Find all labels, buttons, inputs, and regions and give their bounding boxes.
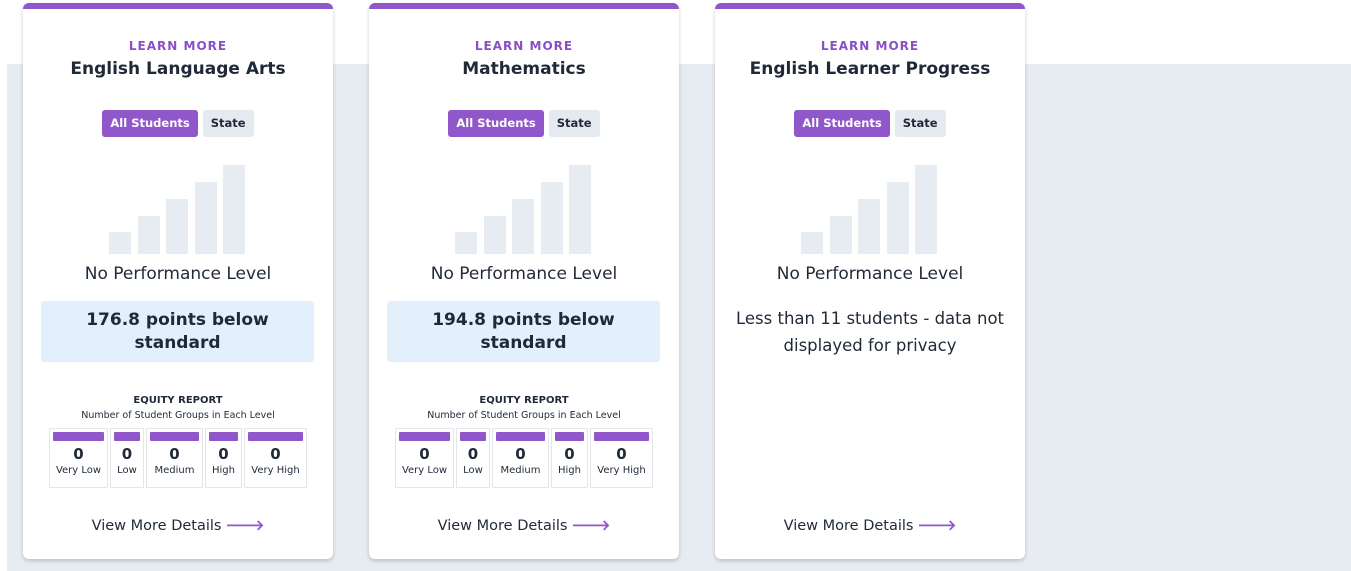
level-bar [399, 432, 450, 441]
level-bar [209, 432, 238, 441]
state-button[interactable]: State [202, 110, 254, 137]
level-label: Very Low [55, 465, 102, 476]
learn-more-link[interactable]: LEARN MORE [23, 39, 333, 53]
level-bar [150, 432, 199, 441]
level-label: Medium [500, 465, 541, 476]
level-label: High [212, 465, 235, 476]
level-medium: 0 Medium [492, 428, 549, 488]
card-title: English Learner Progress [749, 59, 991, 79]
equity-report-subtitle: Number of Student Groups in Each Level [427, 410, 621, 421]
level-count: 0 [121, 445, 133, 463]
card-mathematics: LEARN MORE Mathematics All Students Stat… [369, 3, 679, 559]
level-high: 0 High [551, 428, 588, 488]
level-low: 0 Low [456, 428, 490, 488]
page: LEARN MORE English Language Arts All Stu… [0, 0, 1351, 571]
details-text: View More Details [783, 518, 914, 534]
level-bar [460, 432, 486, 441]
level-count: 0 [270, 445, 281, 463]
level-high: 0 High [205, 428, 242, 488]
level-bar [114, 432, 140, 441]
all-students-button[interactable]: All Students [794, 110, 890, 137]
level-medium: 0 Medium [146, 428, 203, 488]
arrow-right-icon: 🡒 [571, 518, 611, 534]
privacy-notice: Less than 11 students - data not display… [735, 309, 1005, 355]
student-toggle-group: All Students State [23, 110, 333, 137]
level-label: Very Low [401, 465, 448, 476]
performance-level-text: No Performance Level [776, 264, 964, 284]
performance-bars-icon [109, 159, 249, 254]
performance-bars-icon [455, 159, 595, 254]
card-title: English Language Arts [70, 59, 286, 79]
equity-levels: 0 Very Low 0 Low 0 Medium 0 High 0 Very … [43, 428, 313, 488]
learn-more-link[interactable]: LEARN MORE [369, 39, 679, 53]
student-toggle-group: All Students State [715, 110, 1025, 137]
view-more-details-link[interactable]: View More Details 🡒 [23, 517, 333, 534]
level-very-high: 0 Very High [244, 428, 307, 488]
level-label: Low [117, 465, 137, 476]
level-bar [496, 432, 545, 441]
points-below-standard: 194.8 points below standard [387, 301, 660, 362]
state-button[interactable]: State [894, 110, 946, 137]
learn-more-link[interactable]: LEARN MORE [715, 39, 1025, 53]
view-more-details-link[interactable]: View More Details 🡒 [369, 517, 679, 534]
level-very-high: 0 Very High [590, 428, 653, 488]
level-low: 0 Low [110, 428, 144, 488]
level-bar [248, 432, 303, 441]
level-count: 0 [73, 445, 84, 463]
points-text: 176.8 points below standard [86, 309, 269, 353]
arrow-right-icon: 🡒 [917, 518, 957, 534]
state-button[interactable]: State [548, 110, 600, 137]
equity-levels: 0 Very Low 0 Low 0 Medium 0 High 0 Very … [389, 428, 659, 488]
level-count: 0 [169, 445, 180, 463]
performance-level-text: No Performance Level [430, 264, 618, 284]
level-bar [594, 432, 649, 441]
points-text: 194.8 points below standard [432, 309, 615, 353]
level-very-low: 0 Very Low [49, 428, 108, 488]
details-text: View More Details [91, 518, 222, 534]
level-count: 0 [419, 445, 430, 463]
level-count: 0 [616, 445, 627, 463]
level-count: 0 [467, 445, 479, 463]
level-count: 0 [515, 445, 526, 463]
level-label: Medium [154, 465, 195, 476]
card-english-language-arts: LEARN MORE English Language Arts All Stu… [23, 3, 333, 559]
level-bar [555, 432, 584, 441]
level-label: Very High [251, 465, 300, 476]
card-english-learner-progress: LEARN MORE English Learner Progress All … [715, 3, 1025, 559]
level-label: Very High [597, 465, 646, 476]
equity-report-title: EQUITY REPORT [479, 395, 569, 406]
all-students-button[interactable]: All Students [448, 110, 544, 137]
arrow-right-icon: 🡒 [225, 518, 265, 534]
equity-report-subtitle: Number of Student Groups in Each Level [81, 410, 275, 421]
card-title: Mathematics [462, 59, 586, 79]
performance-level-text: No Performance Level [84, 264, 272, 284]
equity-report-title: EQUITY REPORT [133, 395, 223, 406]
student-toggle-group: All Students State [369, 110, 679, 137]
details-text: View More Details [437, 518, 568, 534]
performance-bars-icon [801, 159, 941, 254]
level-count: 0 [218, 445, 229, 463]
all-students-button[interactable]: All Students [102, 110, 198, 137]
level-count: 0 [564, 445, 575, 463]
level-label: Low [463, 465, 483, 476]
points-below-standard: 176.8 points below standard [41, 301, 314, 362]
level-bar [53, 432, 104, 441]
view-more-details-link[interactable]: View More Details 🡒 [715, 517, 1025, 534]
level-very-low: 0 Very Low [395, 428, 454, 488]
level-label: High [558, 465, 581, 476]
